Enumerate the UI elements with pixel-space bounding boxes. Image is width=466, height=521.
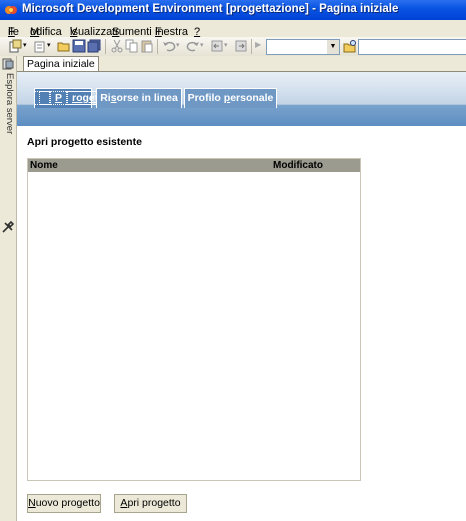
- server-explorer-tab[interactable]: Esplora server: [1, 73, 15, 183]
- solution-config-combo[interactable]: ▼: [266, 39, 340, 55]
- dropdown-arrow-icon[interactable]: ▾: [47, 39, 53, 53]
- new-project-button[interactable]: Nuovo progetto: [27, 494, 101, 513]
- paste-icon[interactable]: [140, 39, 154, 53]
- window-title: Microsoft Development Environment [proge…: [22, 3, 399, 15]
- start-page-banner: Progetti Risorse in linea Profilo person…: [17, 72, 466, 126]
- save-icon[interactable]: [72, 39, 86, 53]
- cut-icon[interactable]: [110, 39, 124, 53]
- toolbar: ▾ ▾ ▾ ▾ ▾ ▶ ▼: [0, 37, 466, 57]
- undo-icon[interactable]: [162, 39, 176, 53]
- new-project-icon[interactable]: [8, 39, 22, 53]
- tab-progetti[interactable]: Progetti: [34, 88, 116, 108]
- chevron-down-icon[interactable]: ▼: [327, 40, 339, 54]
- redo-icon[interactable]: [186, 39, 200, 53]
- dropdown-arrow-icon[interactable]: ▾: [200, 39, 206, 53]
- title-bar: Microsoft Development Environment [proge…: [0, 0, 466, 20]
- dropdown-arrow-icon[interactable]: ▾: [224, 39, 230, 53]
- start-page: Progetti Risorse in linea Profilo person…: [17, 72, 466, 521]
- section-title: Apri progetto esistente: [27, 136, 142, 148]
- find-in-files-icon[interactable]: [343, 39, 357, 53]
- toolbar-separator: [157, 39, 158, 54]
- table-header: Nome Modificato: [28, 159, 360, 172]
- toolbox-icon[interactable]: [2, 221, 14, 233]
- open-project-button[interactable]: Apri progetto: [114, 494, 187, 513]
- column-header-modified[interactable]: Modificato: [273, 160, 323, 171]
- navigate-back-icon[interactable]: [210, 39, 224, 53]
- projects-table[interactable]: Nome Modificato: [27, 158, 361, 481]
- open-folder-icon[interactable]: [57, 39, 71, 53]
- save-all-icon[interactable]: [87, 39, 101, 53]
- server-explorer-icon[interactable]: [2, 58, 14, 70]
- tab-risorse-in-linea[interactable]: Risorse in linea: [96, 88, 182, 108]
- column-header-name[interactable]: Nome: [30, 160, 58, 171]
- left-dock-strip: Esplora server: [0, 56, 17, 521]
- dropdown-arrow-icon[interactable]: ▾: [23, 39, 29, 53]
- start-icon[interactable]: ▶: [255, 38, 263, 52]
- copy-icon[interactable]: [125, 39, 139, 53]
- toolbar-separator: [105, 39, 106, 54]
- add-item-icon[interactable]: [33, 39, 47, 53]
- tab-pagina-iniziale[interactable]: Pagina iniziale: [23, 56, 99, 71]
- tab-profilo-personale[interactable]: Profilo personale: [184, 88, 277, 108]
- toolbar-separator: [251, 39, 252, 54]
- document-tabs: Pagina iniziale: [17, 56, 466, 72]
- menu-bar: File Modifica Visualizza Strumenti Fines…: [0, 20, 466, 38]
- app-icon: [5, 6, 17, 14]
- find-input[interactable]: [358, 39, 466, 55]
- navigate-forward-icon[interactable]: [234, 39, 248, 53]
- dropdown-arrow-icon[interactable]: ▾: [176, 39, 182, 53]
